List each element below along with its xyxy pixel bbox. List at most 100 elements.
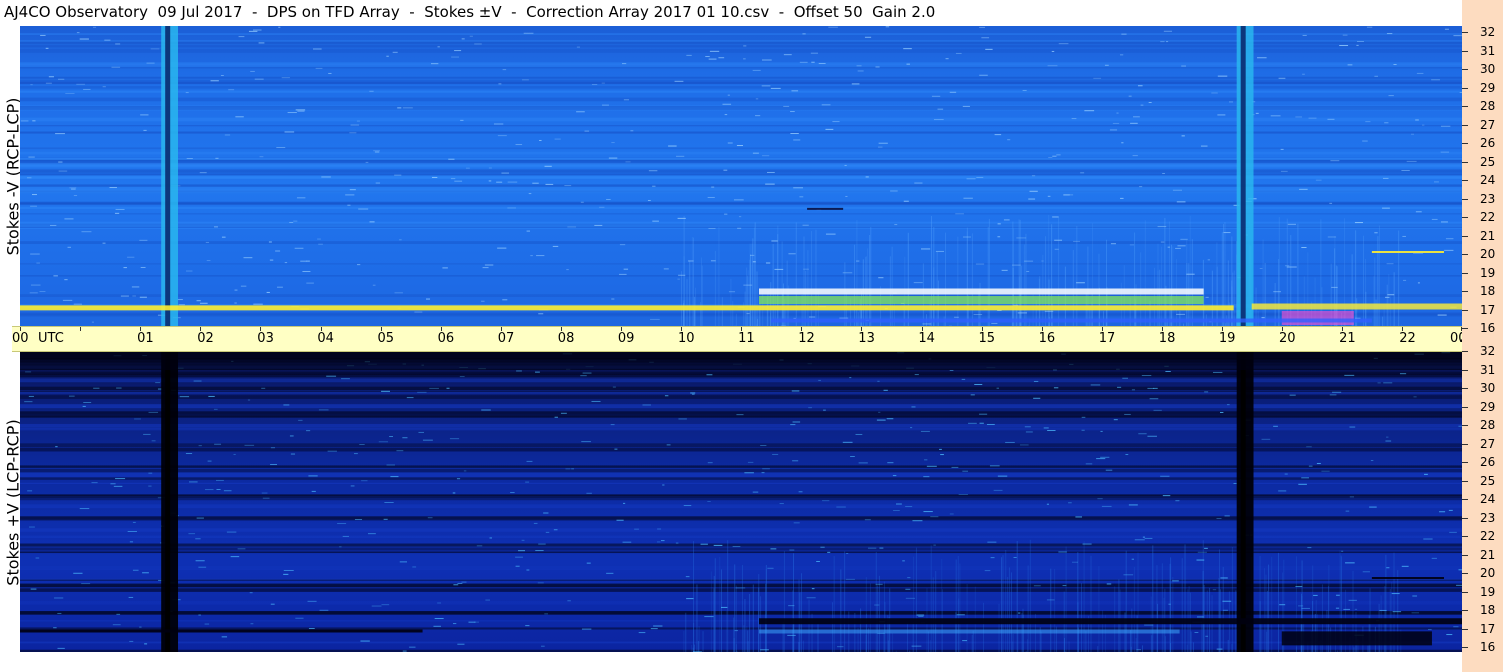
rfi-streak <box>692 237 694 326</box>
signal-speck <box>1329 394 1337 396</box>
dropout-core <box>1240 352 1246 652</box>
signal-speck <box>1255 112 1259 114</box>
signal-speck <box>586 492 592 494</box>
signal-speck <box>718 57 725 59</box>
time-tick-mark <box>921 327 923 331</box>
signal-speck <box>1233 482 1237 484</box>
signal-speck <box>1365 121 1371 123</box>
rfi-streak <box>958 598 960 652</box>
signal-speck <box>45 47 49 49</box>
signal-speck <box>962 470 969 472</box>
signal-speck <box>591 84 598 86</box>
signal-speck <box>1279 604 1286 606</box>
signal-speck <box>1147 387 1155 389</box>
signal-speck <box>104 39 111 41</box>
hot-band <box>759 296 1204 304</box>
signal-speck <box>234 302 237 304</box>
signal-speck <box>109 187 117 189</box>
rfi-streak <box>1045 236 1047 326</box>
rfi-streak <box>1222 224 1224 326</box>
signal-speck <box>223 490 232 492</box>
rfi-streak <box>733 638 735 652</box>
signal-speck <box>300 260 307 262</box>
signal-speck <box>1374 232 1378 234</box>
signal-speck <box>116 387 122 389</box>
time-tick-label: 06 <box>437 331 455 346</box>
signal-speck <box>28 156 35 158</box>
signal-speck <box>955 213 964 215</box>
signal-speck <box>973 314 983 316</box>
signal-speck <box>750 254 755 256</box>
signal-speck <box>856 65 862 67</box>
signal-speck <box>1217 75 1228 77</box>
rfi-streak <box>1025 650 1027 652</box>
signal-speck <box>396 450 404 452</box>
signal-speck <box>752 152 759 154</box>
time-tick-label: 02 <box>197 331 214 346</box>
signal-speck <box>361 480 368 482</box>
signal-speck <box>1273 425 1278 427</box>
signal-speck <box>708 227 716 229</box>
time-tick-mark <box>981 327 983 331</box>
rfi-streak <box>878 575 880 652</box>
signal-speck <box>185 452 193 454</box>
rfi-streak <box>719 556 721 652</box>
signal-speck <box>610 424 615 426</box>
signal-speck <box>893 509 900 511</box>
rfi-streak <box>795 222 797 326</box>
signal-speck <box>791 390 800 392</box>
signal-speck <box>761 85 771 87</box>
signal-speck <box>375 182 381 184</box>
signal-speck <box>349 189 356 191</box>
signal-speck <box>91 482 98 484</box>
signal-speck <box>774 268 784 270</box>
signal-speck <box>195 538 201 540</box>
rfi-streak <box>1320 219 1322 326</box>
signal-speck <box>638 632 646 634</box>
signal-speck <box>129 541 134 543</box>
rfi-streak <box>710 571 712 652</box>
signal-speck <box>1362 571 1370 573</box>
signal-speck <box>276 147 286 149</box>
signal-speck <box>384 502 394 504</box>
signal-speck <box>752 491 759 493</box>
signal-speck <box>115 43 121 45</box>
signal-speck <box>213 408 218 410</box>
signal-speck <box>783 54 792 56</box>
signal-speck <box>295 109 306 111</box>
rfi-streak <box>752 238 754 326</box>
rfi-streak <box>1188 263 1190 326</box>
rfi-streak <box>770 312 772 326</box>
signal-speck <box>115 478 126 480</box>
signal-speck <box>1393 64 1397 66</box>
signal-speck <box>93 387 100 389</box>
rfi-streak <box>1040 631 1042 652</box>
dark-band <box>20 629 423 633</box>
signal-speck <box>842 272 853 274</box>
freq-tick-label: 23 <box>1480 191 1496 206</box>
rfi-streak <box>1005 549 1007 652</box>
rfi-streak <box>1083 541 1085 652</box>
signal-speck <box>1063 194 1070 196</box>
signal-speck <box>1403 279 1407 281</box>
signal-speck <box>662 484 665 486</box>
signal-speck <box>110 483 116 485</box>
signal-speck <box>76 32 80 34</box>
signal-speck <box>677 217 686 219</box>
signal-speck <box>463 470 467 472</box>
signal-speck <box>402 650 407 652</box>
signal-speck <box>24 401 33 403</box>
signal-speck <box>315 67 323 69</box>
signal-speck <box>73 572 83 574</box>
signal-speck <box>102 242 106 244</box>
signal-speck <box>903 48 912 50</box>
signal-speck <box>132 295 136 297</box>
rfi-streak <box>1090 555 1092 652</box>
signal-speck <box>515 144 523 146</box>
rfi-streak <box>808 599 810 652</box>
signal-speck <box>1287 223 1297 225</box>
signal-speck <box>58 170 68 172</box>
signal-speck <box>1411 133 1415 135</box>
dark-fringe <box>807 207 844 210</box>
signal-speck <box>1175 247 1181 249</box>
